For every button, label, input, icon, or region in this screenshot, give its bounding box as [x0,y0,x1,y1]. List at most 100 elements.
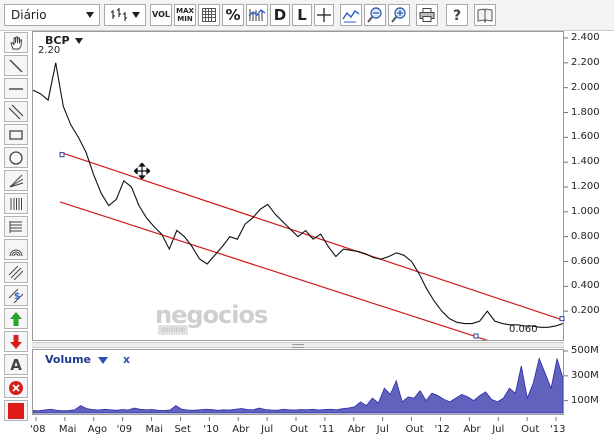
lines-chart-icon [248,9,266,21]
time-tick-label: Out [405,424,424,435]
arrow-up-icon [10,311,22,326]
tool-circle[interactable] [4,147,28,168]
tool-dollar[interactable]: $ [4,285,28,306]
dollar-icon: $ [8,288,24,303]
percent-button[interactable]: % [222,4,244,26]
time-tick-label: Ago [87,424,108,435]
grid-icon [202,8,216,22]
volume-tick-label: 100M [571,394,599,406]
zoom-out-button[interactable] [364,4,386,26]
time-tick-label: Out [290,424,309,435]
print-icon [419,8,435,22]
price-tick-label: 2.400 [571,32,600,43]
time-tick-label: Abr [232,424,250,435]
grid-button[interactable] [198,4,220,26]
price-tick-label: 0.400 [571,280,600,292]
l-button-label: L [297,6,307,24]
volume-button-label: VOL [152,10,170,19]
time-tick-label: '12 [434,424,450,435]
volume-close-button[interactable]: x [123,353,130,366]
delete-icon [9,380,23,395]
watermark-logo: negocios [155,301,268,329]
zoom-in-icon [391,7,406,23]
crosshair-button[interactable] [314,4,334,26]
volume-tick-label: 300M [571,369,599,381]
price-tick-label: 1.400 [571,156,600,168]
price-chart[interactable] [32,31,564,341]
tool-arrow-down[interactable] [4,331,28,352]
volume-tick-label: 500M [571,345,599,356]
price-tick-label: 1.200 [571,181,600,192]
price-tick-label: 1.800 [571,106,600,118]
tool-horizontal-line[interactable] [4,78,28,99]
grip-icon [292,344,304,348]
time-tick-label: Mai [58,424,77,435]
price-tick-label: 1.000 [571,205,600,217]
tool-channel[interactable] [4,262,28,283]
indicator-button[interactable] [340,4,362,26]
tool-diagonal-line[interactable] [4,55,28,76]
time-tick-label: '10 [203,424,219,435]
svg-text:?: ? [453,8,461,23]
zoom-out-icon [367,7,382,23]
tool-fibonacci[interactable] [4,193,28,214]
drawing-tools-sidebar: $ A [4,32,28,442]
panel-resize-handle[interactable] [32,342,564,348]
parallel-lines-icon [8,104,24,119]
tool-delete[interactable] [4,377,28,398]
tool-hand[interactable] [4,32,28,53]
fan-icon [9,174,24,187]
toolbar: Diário VOL MAX MIN % D L ? [0,0,614,31]
book-icon [477,8,493,23]
price-tick-label: 0.800 [571,230,600,242]
volume-button[interactable]: VOL [150,4,172,26]
time-tick-label: Mai [145,424,164,435]
move-cursor-icon [134,163,150,179]
horizontal-line-icon [9,87,23,90]
maxmin-button[interactable]: MAX MIN [174,4,196,26]
volume-title: Volume [45,353,91,366]
crosshair-icon [317,8,331,22]
zoom-in-button[interactable] [388,4,410,26]
chevron-down-icon [86,12,94,18]
help-button[interactable]: ? [446,4,468,26]
d-button[interactable]: D [270,4,290,26]
text-icon: A [10,355,22,374]
tool-levels[interactable] [4,216,28,237]
time-tick-label: Jul [261,424,274,435]
rectangle-icon [9,129,23,140]
channel-icon [8,265,24,280]
watermark-sub: online [158,325,189,335]
time-tick-label: Out [521,424,540,435]
tool-color[interactable] [4,400,28,421]
tool-arc[interactable] [4,239,28,260]
start-value-label: 2.20 [38,45,61,56]
tool-arrow-up[interactable] [4,308,28,329]
lines-chart-button[interactable] [246,4,268,26]
diagonal-line-icon [9,59,23,72]
print-button[interactable] [416,4,438,26]
book-button[interactable] [474,4,496,26]
time-tick-label: '11 [318,424,335,435]
help-icon: ? [453,8,461,23]
time-tick-label: '09 [116,424,133,435]
time-tick-label: '08 [30,424,46,435]
period-value: Diário [11,8,47,22]
time-tick-label: Abr [463,424,481,435]
tool-text[interactable]: A [4,354,28,375]
tool-parallel-lines[interactable] [4,101,28,122]
symbol-dropdown-icon [75,38,84,44]
time-tick-label: '13 [550,424,566,435]
price-tick-label: 2.000 [571,81,600,93]
l-button[interactable]: L [292,4,312,26]
levels-icon [9,220,22,233]
d-button-label: D [273,6,287,24]
tool-fan[interactable] [4,170,28,191]
chevron-down-icon [132,12,140,18]
color-picker-icon [8,402,24,419]
volume-title-group[interactable]: Volume [45,353,108,366]
tool-rectangle[interactable] [4,124,28,145]
chart-type-select[interactable] [104,4,146,26]
volume-panel[interactable] [32,349,564,415]
period-select[interactable]: Diário [4,4,100,26]
